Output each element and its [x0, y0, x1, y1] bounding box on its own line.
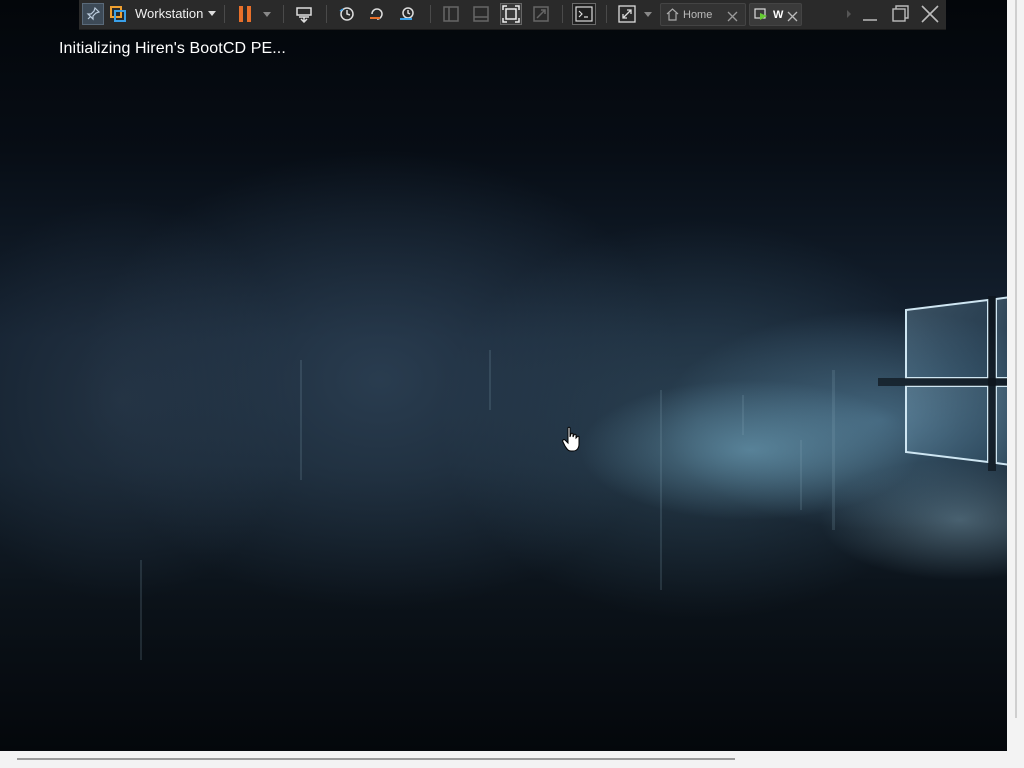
show-library-button[interactable] — [440, 3, 462, 25]
revert-snapshot-icon — [370, 8, 383, 20]
windows-logo-icon — [878, 296, 1007, 471]
minimize-icon — [863, 19, 877, 21]
close-icon[interactable] — [787, 9, 798, 27]
restore-icon — [892, 5, 909, 22]
snapshot-icon — [339, 7, 354, 21]
take-snapshot-button[interactable] — [336, 3, 358, 25]
vm-console-screen[interactable]: Initializing Hiren's BootCD PE... — [0, 0, 1007, 751]
restore-button[interactable] — [889, 3, 911, 25]
vertical-scrollbar-thumb[interactable] — [1015, 0, 1017, 718]
console-view-button[interactable] — [572, 3, 596, 25]
vmware-logo-icon — [109, 5, 127, 23]
pin-icon — [86, 7, 100, 21]
dropdown-caret-icon — [263, 12, 271, 17]
power-options-dropdown[interactable] — [259, 3, 275, 25]
tab-vm-label: W — [773, 9, 784, 21]
tab-scroll-right-icon — [847, 10, 851, 18]
home-icon — [666, 8, 679, 26]
dropdown-caret-icon — [644, 12, 652, 17]
full-screen-button[interactable] — [616, 3, 638, 25]
full-screen-dropdown[interactable] — [641, 3, 655, 25]
tab-vm[interactable]: W — [749, 3, 802, 26]
send-ctrl-alt-del-button[interactable] — [293, 3, 315, 25]
pause-icon — [239, 6, 251, 22]
hand-cursor-icon — [562, 426, 580, 452]
unity-icon — [533, 6, 549, 22]
minimize-button[interactable] — [859, 3, 881, 25]
dropdown-caret-icon — [207, 8, 217, 18]
window-close-icon — [921, 5, 939, 23]
tab-home[interactable]: Home — [660, 3, 746, 26]
pause-button[interactable] — [234, 3, 256, 25]
tab-home-label: Home — [683, 9, 713, 21]
horizontal-scrollbar-thumb[interactable] — [17, 758, 735, 760]
workstation-menu-label: Workstation — [135, 6, 204, 21]
close-window-button[interactable] — [919, 3, 941, 25]
pin-toolbar-button[interactable] — [82, 3, 104, 25]
library-view-icon — [443, 6, 459, 22]
fullscreen-icon — [618, 5, 636, 23]
fit-guest-icon — [502, 5, 520, 23]
revert-snapshot-button[interactable] — [366, 3, 388, 25]
snapshot-manager-button[interactable] — [396, 3, 418, 25]
snapshot-manager-icon — [400, 7, 414, 20]
tab-scroll-right-button[interactable] — [842, 3, 856, 25]
vm-toolbar: Workstation Home W — [79, 0, 946, 30]
vm-tab-icon — [754, 8, 769, 27]
fit-guest-button[interactable] — [500, 3, 522, 25]
boot-status-text: Initializing Hiren's BootCD PE... — [59, 40, 286, 57]
console-view-icon — [575, 6, 593, 22]
close-icon[interactable] — [727, 9, 738, 27]
unity-button[interactable] — [530, 3, 552, 25]
show-thumbnail-bar-button[interactable] — [470, 3, 492, 25]
send-ctrl-alt-del-icon — [296, 7, 312, 23]
thumbnail-bar-icon — [473, 6, 489, 22]
